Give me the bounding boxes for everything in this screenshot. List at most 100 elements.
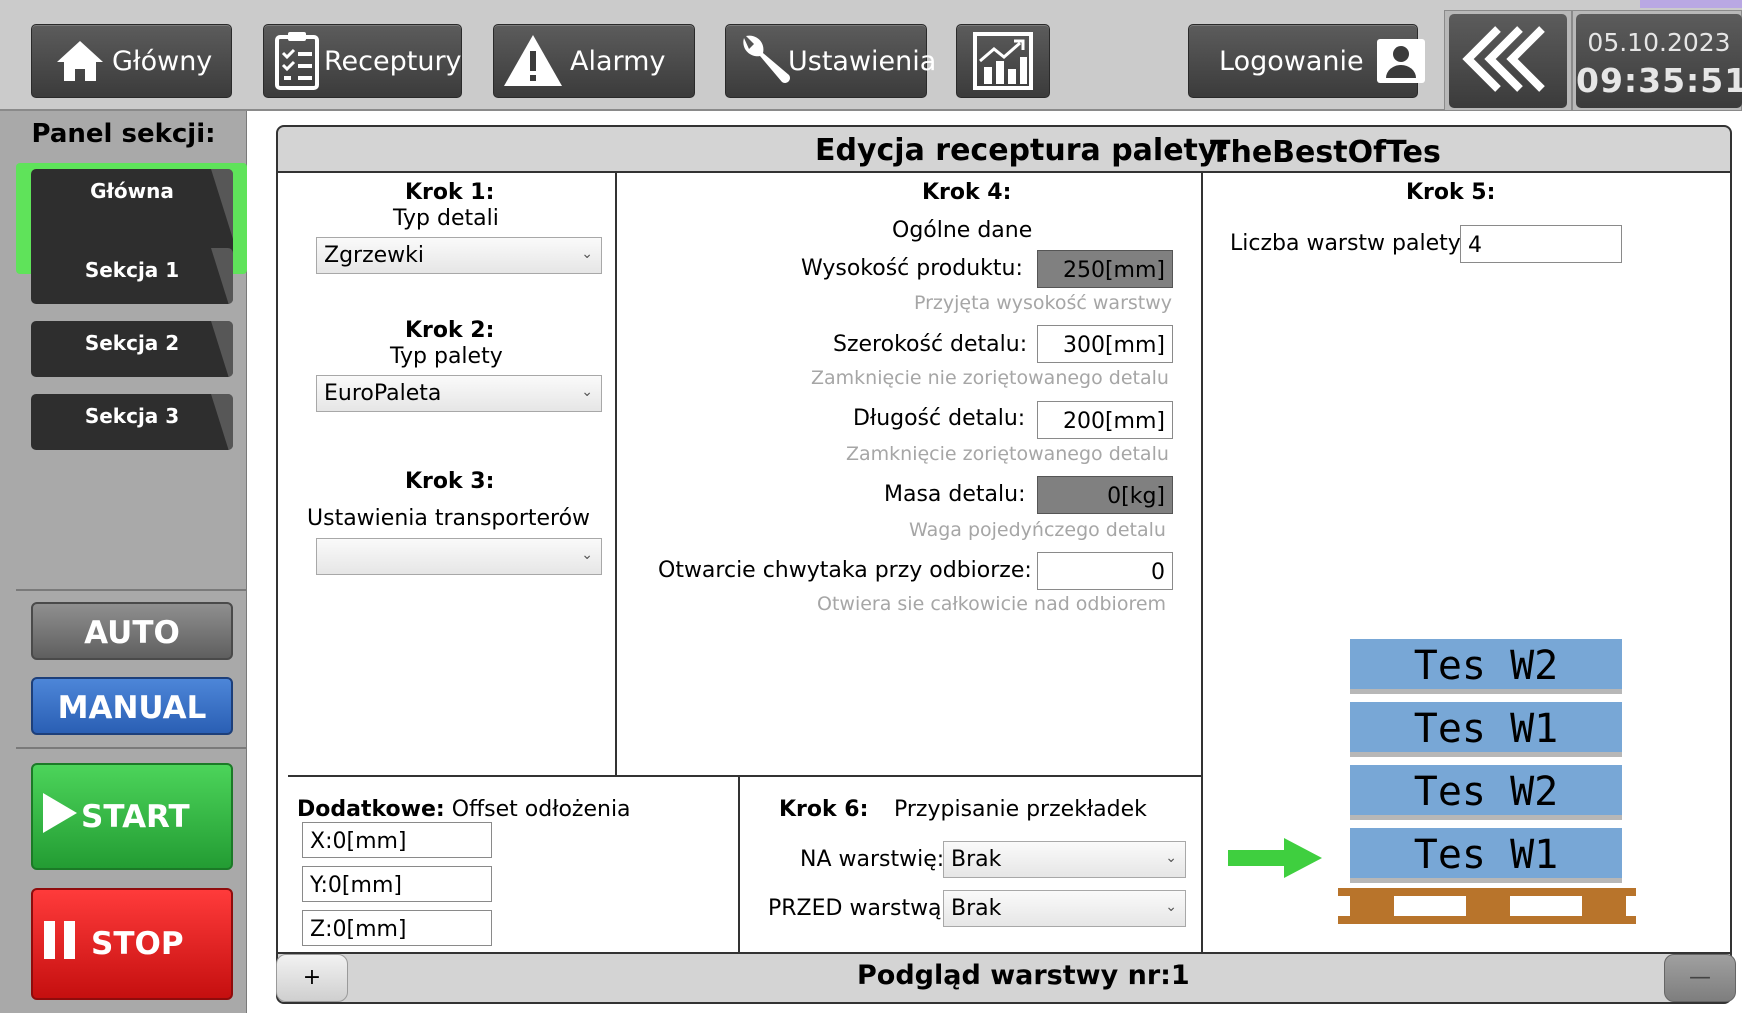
stop-button[interactable]: STOP [31, 888, 233, 1000]
pallet-layer: Tes W1 [1350, 702, 1622, 757]
part-length-hint: Zamknięcie zoriętowanego detalu [846, 443, 1169, 465]
editor-title-bar: Edycja receptura palety: TheBestOfTes [276, 125, 1732, 173]
part-length-field[interactable]: 200[mm] [1037, 401, 1173, 439]
step4-title: Krok 4: [922, 180, 1012, 205]
divider [615, 171, 617, 777]
part-width-label: Szerokość detalu: [833, 332, 1028, 357]
chevron-down-icon: ⌄ [1165, 899, 1177, 915]
user-icon [1376, 38, 1426, 84]
chevron-down-icon: ⌄ [581, 384, 593, 400]
start-button[interactable]: START [31, 763, 233, 870]
home-icon [54, 38, 106, 84]
layer-count-field[interactable]: 4 [1460, 225, 1622, 263]
section-button-3[interactable]: Sekcja 3 [31, 394, 233, 450]
product-height-hint: Przyjęta wysokość warstwy [914, 292, 1173, 314]
section-button-1[interactable]: Sekcja 1 [31, 248, 233, 304]
section-label: Sekcja 1 [84, 258, 180, 282]
pallet-type-select[interactable]: EuroPaleta ⌄ [316, 375, 602, 412]
gripper-opening-label: Otwarcie chwytaka przy odbiorze: [658, 558, 1032, 583]
step5-title: Krok 5: [1406, 180, 1496, 205]
login-label: Logowanie [1219, 45, 1364, 77]
chevron-down-icon: ⌄ [1165, 850, 1177, 866]
clipboard-list-icon [274, 31, 320, 91]
pause-icon [43, 920, 77, 968]
layer-count-value: 4 [1468, 233, 1482, 258]
step3-title: Krok 3: [405, 469, 495, 494]
clock: 05.10.2023 09:35:51 [1576, 14, 1742, 108]
part-width-value: 300[mm] [1062, 333, 1165, 358]
step6-title: Krok 6: [779, 797, 869, 822]
section-label: Sekcja 2 [84, 331, 180, 355]
step6-subtitle: Przypisanie przekładek [894, 797, 1147, 822]
hmi-screen: Główny Receptury Alarmy Ustawienia Logow… [0, 0, 1742, 1013]
pallet-type-value: EuroPaleta [324, 381, 442, 406]
product-height-field: 250[mm] [1037, 250, 1173, 288]
window-edge-accent [1640, 0, 1742, 8]
home-button[interactable]: Główny [31, 24, 232, 98]
alarms-button[interactable]: Alarmy [493, 24, 695, 98]
part-mass-value: 0[kg] [1107, 484, 1165, 509]
home-label: Główny [112, 45, 213, 77]
pallet-layer: Tes W2 [1350, 639, 1622, 694]
offset-title-rest: Offset odłożenia [451, 797, 631, 822]
step3-subtitle: Ustawienia transporterów [307, 506, 591, 531]
login-button[interactable]: Logowanie [1188, 24, 1425, 98]
pallet-icon [1338, 888, 1636, 932]
offset-y-field[interactable]: Y:0[mm] [302, 866, 492, 902]
part-type-select[interactable]: Zgrzewki ⌄ [316, 237, 602, 274]
divider [288, 775, 1202, 777]
offset-z-value: Z:0[mm] [310, 917, 407, 942]
conveyor-settings-select[interactable]: ⌄ [316, 538, 602, 575]
back-button[interactable] [1449, 14, 1567, 108]
start-label: START [81, 798, 190, 835]
step1-subtitle: Typ detali [393, 206, 499, 231]
section-label: Główna [90, 179, 174, 203]
play-icon [41, 791, 79, 843]
divider [1201, 171, 1203, 952]
separator-on-layer-select[interactable]: Brak ⌄ [943, 841, 1186, 878]
recipes-label: Receptury [324, 45, 462, 77]
chart-growth-icon [972, 31, 1034, 91]
settings-label: Ustawienia [788, 45, 937, 77]
pallet-layer: Tes W2 [1350, 765, 1622, 820]
statistics-button[interactable] [956, 24, 1050, 98]
clock-time: 09:35:51 [1576, 61, 1742, 100]
separator-on-layer-value: Brak [951, 847, 1002, 872]
product-height-value: 250[mm] [1062, 258, 1165, 283]
section-panel: Panel sekcji: Główna Sekcja 1 Sekcja 2 S… [0, 111, 247, 1013]
wrench-icon [734, 32, 792, 90]
warning-icon [502, 33, 564, 89]
offset-title: Dodatkowe: Offset odłożenia [297, 797, 631, 822]
part-type-value: Zgrzewki [324, 243, 425, 268]
part-width-hint: Zamknięcie nie zoriętowanego detalu [811, 367, 1169, 389]
product-height-label: Wysokość produktu: [801, 256, 1023, 281]
gripper-opening-hint: Otwiera sie całkowicie nad odbiorem [817, 593, 1167, 615]
separator-before-layer-select[interactable]: Brak ⌄ [943, 890, 1186, 927]
settings-button[interactable]: Ustawienia [725, 24, 936, 98]
part-mass-field: 0[kg] [1037, 476, 1173, 514]
part-mass-label: Masa detalu: [884, 482, 1026, 507]
chevron-down-icon: ⌄ [581, 547, 593, 563]
gripper-opening-value: 0 [1151, 560, 1165, 585]
step2-subtitle: Typ palety [390, 344, 503, 369]
triple-chevron-left-icon [1458, 24, 1558, 98]
next-layer-button[interactable]: + [276, 954, 348, 1002]
offset-z-field[interactable]: Z:0[mm] [302, 910, 492, 946]
offset-y-value: Y:0[mm] [310, 873, 402, 898]
step4-subtitle: Ogólne dane [892, 218, 1033, 243]
previous-layer-button[interactable]: — [1664, 954, 1736, 1002]
auto-mode-button[interactable]: AUTO [31, 602, 233, 660]
recipes-button[interactable]: Receptury [263, 24, 462, 98]
chevron-down-icon: ⌄ [581, 246, 593, 262]
part-width-field[interactable]: 300[mm] [1037, 325, 1173, 363]
section-label: Sekcja 3 [84, 404, 180, 428]
alarms-label: Alarmy [570, 45, 666, 77]
separator-before-layer-label: PRZED warstwą: [768, 896, 949, 921]
step1-title: Krok 1: [405, 180, 495, 205]
gripper-opening-field[interactable]: 0 [1037, 552, 1173, 590]
section-button-2[interactable]: Sekcja 2 [31, 321, 233, 377]
offset-x-field[interactable]: X:0[mm] [302, 822, 492, 858]
separator-before-layer-value: Brak [951, 896, 1002, 921]
manual-mode-button[interactable]: MANUAL [31, 677, 233, 735]
divider [738, 777, 740, 952]
